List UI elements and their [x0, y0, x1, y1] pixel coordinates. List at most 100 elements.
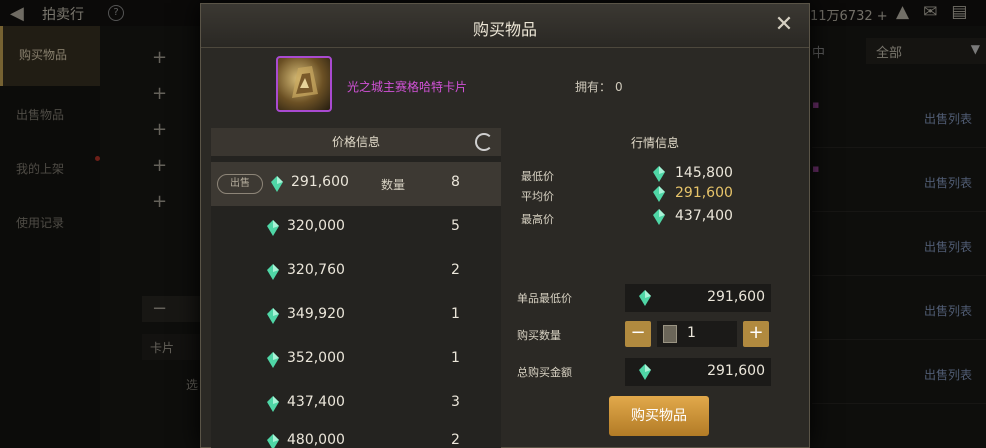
category-card[interactable]: 卡片	[142, 334, 202, 360]
listing-quantity: 1	[451, 350, 460, 366]
listing-price: 291,600	[291, 174, 349, 190]
sidebar-item-buy[interactable]: 购买物品	[0, 26, 100, 86]
sell-list-button[interactable]: 出售列表	[924, 174, 972, 191]
list-item: 出售列表	[812, 340, 986, 404]
quantity-input[interactable]: 1	[657, 321, 737, 347]
sell-list-button[interactable]: 出售列表	[924, 238, 972, 255]
owned-value: 0	[615, 80, 623, 94]
page-title: 拍卖行	[42, 7, 84, 23]
avg-price-value: 291,600	[675, 185, 733, 201]
unit-price-value: 291,600	[707, 289, 765, 305]
gem-icon	[267, 220, 279, 236]
gem-icon	[639, 364, 651, 380]
gem-icon	[271, 176, 283, 192]
item-name-fragment: ▪	[812, 162, 820, 175]
listing-row[interactable]: 320,760 2	[211, 250, 501, 294]
max-price-value: 437,400	[675, 208, 733, 224]
min-price-label: 最低价	[521, 170, 554, 183]
list-item: ▪ 出售列表	[812, 84, 986, 148]
gem-icon	[267, 264, 279, 280]
sidebar-item-label: 我的上架	[16, 162, 65, 176]
sell-tag-button[interactable]: 出售	[217, 174, 263, 194]
listing-price: 320,000	[287, 218, 345, 234]
gem-icon	[653, 166, 665, 182]
sidebar-item-label: 使用记录	[16, 216, 65, 230]
listing-row[interactable]: 437,400 3	[211, 382, 501, 426]
unit-price-field: 291,600	[625, 284, 771, 312]
collapse-button[interactable]: −	[142, 296, 202, 322]
listing-row[interactable]: 352,000 1	[211, 338, 501, 382]
total-amount-label: 总购买金额	[517, 366, 572, 379]
purchase-dialog: 购买物品 ✕ 光之城主赛格哈特卡片 拥有： 0 价格信息 出售 291,600 数…	[200, 3, 810, 448]
chat-icon[interactable]: ▤	[951, 2, 967, 22]
expand-button[interactable]: +	[142, 40, 202, 76]
dialog-header: 购买物品 ✕	[201, 4, 809, 48]
sidebar-item-sell[interactable]: 出售物品	[0, 86, 100, 140]
select-button[interactable]: 选	[142, 370, 202, 398]
expand-button[interactable]: +	[142, 76, 202, 112]
listing-row[interactable]: 出售 291,600 数量 8	[211, 162, 501, 206]
listing-quantity: 8	[451, 174, 460, 190]
owned-count: 拥有： 0	[571, 78, 623, 95]
item-name-fragment: ▪	[812, 98, 820, 111]
top-icons: ▲ ✉ ▤	[896, 2, 967, 22]
list-item: ▪ 出售列表	[812, 148, 986, 212]
chevron-down-icon: ▼	[970, 42, 980, 56]
listing-row[interactable]: 320,000 5	[211, 206, 501, 250]
filter-dropdown[interactable]: 全部 ▼	[866, 38, 986, 64]
item-name: 光之城主赛格哈特卡片	[347, 80, 468, 94]
total-amount-value: 291,600	[707, 363, 765, 379]
cake-icon[interactable]: ▲	[896, 2, 909, 22]
buy-quantity-label: 购买数量	[517, 329, 561, 342]
quantity-label: 数量	[381, 178, 406, 192]
listing-quantity: 2	[451, 432, 460, 448]
card-artwork-icon	[292, 66, 318, 98]
listing-quantity: 5	[451, 218, 460, 234]
expand-button[interactable]: +	[142, 112, 202, 148]
listing-row[interactable]: 480,000 2	[211, 426, 501, 448]
listing-price: 352,000	[287, 350, 345, 366]
sidebar-item-label: 购买物品	[19, 48, 68, 62]
close-button[interactable]: ✕	[771, 12, 797, 38]
help-icon[interactable]: ?	[108, 5, 124, 21]
market-info-title: 行情信息	[630, 136, 679, 150]
sidebar-item-history[interactable]: 使用记录	[0, 194, 100, 248]
sidebar-item-my-listings[interactable]: 我的上架	[0, 140, 100, 194]
expand-button[interactable]: +	[142, 148, 202, 184]
currency-display[interactable]: 11万6732 +	[810, 5, 888, 24]
increase-quantity-button[interactable]: +	[743, 321, 769, 347]
decrease-quantity-button[interactable]: −	[625, 321, 651, 347]
keypad-icon	[663, 325, 677, 343]
listing-price: 349,920	[287, 306, 345, 322]
quantity-value: 1	[687, 325, 696, 341]
listing-quantity: 3	[451, 394, 460, 410]
unit-price-label: 单品最低价	[517, 292, 572, 305]
refresh-icon[interactable]	[475, 133, 493, 151]
listing-list: ▪ 出售列表 ▪ 出售列表 出售列表 出售列表 出售列表	[812, 84, 986, 404]
buy-item-button[interactable]: 购买物品	[609, 396, 709, 436]
list-item: 出售列表	[812, 212, 986, 276]
sidebar-item-label: 出售物品	[16, 108, 65, 122]
listing-price: 480,000	[287, 432, 345, 448]
gem-icon	[653, 186, 665, 202]
market-info-panel: 行情信息 最低价 145,800 平均价 291,600 最高价 437,400	[505, 128, 805, 246]
sidebar: 购买物品 出售物品 我的上架 使用记录	[0, 26, 100, 448]
filter-value: 全部	[876, 46, 903, 61]
listing-price: 437,400	[287, 394, 345, 410]
sell-list-button[interactable]: 出售列表	[924, 110, 972, 127]
sell-list-button[interactable]: 出售列表	[924, 366, 972, 383]
listing-quantity: 1	[451, 306, 460, 322]
back-arrow-icon[interactable]: ◀	[10, 3, 24, 24]
gem-icon	[267, 308, 279, 324]
notification-dot	[95, 156, 100, 161]
category-column: + + + + +	[142, 40, 202, 220]
sell-list-button[interactable]: 出售列表	[924, 302, 972, 319]
max-price-label: 最高价	[521, 213, 554, 226]
gem-icon	[653, 209, 665, 225]
listing-row[interactable]: 349,920 1	[211, 294, 501, 338]
mail-icon[interactable]: ✉	[923, 2, 937, 22]
dialog-title: 购买物品	[472, 20, 537, 39]
total-amount-field: 291,600	[625, 358, 771, 386]
min-price-value: 145,800	[675, 165, 733, 181]
expand-button[interactable]: +	[142, 184, 202, 220]
